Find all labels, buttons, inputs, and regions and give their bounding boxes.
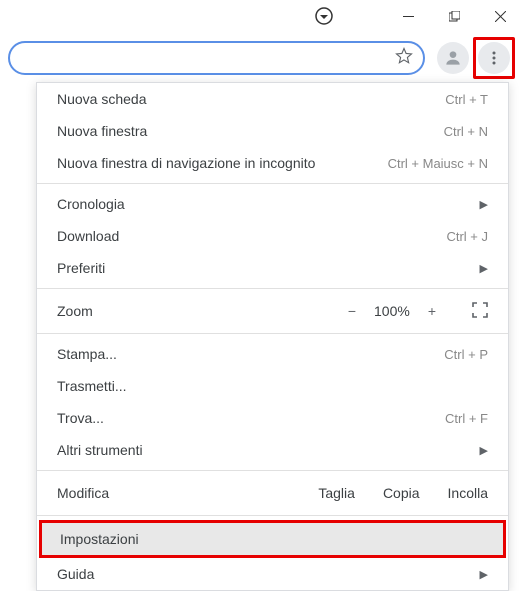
chrome-menu-button[interactable]	[478, 42, 510, 74]
toolbar	[0, 36, 523, 80]
menu-bookmarks[interactable]: Preferiti ▶	[37, 252, 508, 284]
menu-edit: Modifica Taglia Copia Incolla	[37, 475, 508, 511]
menu-item-label: Nuova finestra	[57, 123, 147, 139]
submenu-arrow-icon: ▶	[480, 262, 488, 275]
fullscreen-button[interactable]	[472, 302, 488, 321]
shortcut-label: Ctrl + N	[444, 124, 488, 139]
menu-find[interactable]: Trova... Ctrl + F	[37, 402, 508, 434]
menu-more-tools[interactable]: Altri strumenti ▶	[37, 434, 508, 466]
separator	[37, 515, 508, 516]
menu-incognito[interactable]: Nuova finestra di navigazione in incogni…	[37, 147, 508, 179]
separator	[37, 288, 508, 289]
submenu-arrow-icon: ▶	[480, 568, 488, 581]
separator	[37, 183, 508, 184]
menu-print[interactable]: Stampa... Ctrl + P	[37, 338, 508, 370]
bookmark-star-icon[interactable]	[395, 47, 413, 70]
menu-new-tab[interactable]: Nuova scheda Ctrl + T	[37, 83, 508, 115]
zoom-value: 100%	[374, 303, 410, 319]
zoom-label: Zoom	[57, 303, 348, 319]
submenu-arrow-icon: ▶	[480, 444, 488, 457]
menu-cast[interactable]: Trasmetti...	[37, 370, 508, 402]
paste-button[interactable]: Incolla	[448, 485, 488, 501]
cut-button[interactable]: Taglia	[318, 485, 355, 501]
minimize-button[interactable]	[385, 0, 431, 32]
menu-downloads[interactable]: Download Ctrl + J	[37, 220, 508, 252]
shortcut-label: Ctrl + T	[445, 92, 488, 107]
menu-new-window[interactable]: Nuova finestra Ctrl + N	[37, 115, 508, 147]
settings-highlight: Impostazioni	[39, 520, 506, 558]
edit-label: Modifica	[57, 485, 318, 501]
chrome-menu: Nuova scheda Ctrl + T Nuova finestra Ctr…	[36, 82, 509, 591]
separator	[37, 470, 508, 471]
zoom-in-button[interactable]: +	[428, 303, 436, 319]
menu-item-label: Guida	[57, 566, 94, 582]
maximize-button[interactable]	[431, 0, 477, 32]
shortcut-label: Ctrl + J	[446, 229, 488, 244]
menu-item-label: Nuova finestra di navigazione in incogni…	[57, 155, 315, 171]
menu-settings[interactable]: Impostazioni	[42, 523, 503, 555]
more-vertical-icon	[486, 50, 502, 66]
menu-item-label: Impostazioni	[60, 531, 139, 547]
menu-item-label: Preferiti	[57, 260, 105, 276]
menu-zoom: Zoom − 100% +	[37, 293, 508, 329]
zoom-out-button[interactable]: −	[348, 303, 356, 319]
menu-item-label: Trova...	[57, 410, 104, 426]
shortcut-label: Ctrl + P	[444, 347, 488, 362]
fullscreen-icon	[472, 302, 488, 318]
menu-item-label: Nuova scheda	[57, 91, 147, 107]
submenu-arrow-icon: ▶	[480, 198, 488, 211]
menu-item-label: Altri strumenti	[57, 442, 143, 458]
extensions-indicator[interactable]	[315, 7, 333, 30]
menu-item-label: Trasmetti...	[57, 378, 127, 394]
separator	[37, 333, 508, 334]
menu-help[interactable]: Guida ▶	[37, 558, 508, 590]
shortcut-label: Ctrl + Maiusc + N	[388, 156, 488, 171]
menu-item-label: Download	[57, 228, 119, 244]
close-button[interactable]	[477, 0, 523, 32]
menu-item-label: Cronologia	[57, 196, 125, 212]
menu-history[interactable]: Cronologia ▶	[37, 188, 508, 220]
address-bar[interactable]	[8, 41, 425, 75]
menu-item-label: Stampa...	[57, 346, 117, 362]
shortcut-label: Ctrl + F	[445, 411, 488, 426]
window-controls	[385, 0, 523, 32]
profile-avatar[interactable]	[437, 42, 469, 74]
menu-button-highlight	[473, 37, 515, 79]
copy-button[interactable]: Copia	[383, 485, 420, 501]
